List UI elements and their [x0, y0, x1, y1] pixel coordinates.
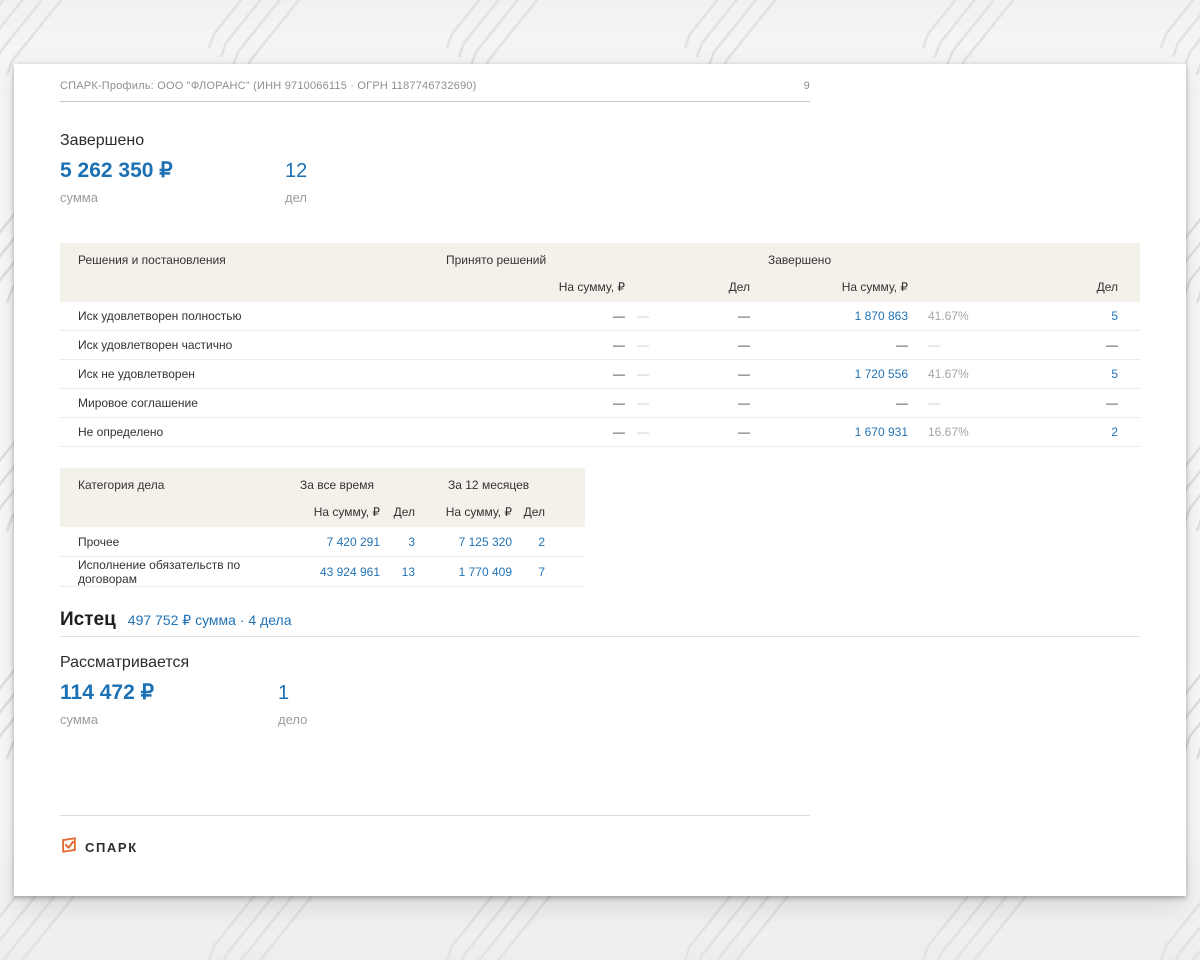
year-amount: 1 770 409 [415, 565, 512, 579]
col-header-category: Категория дела [78, 478, 164, 492]
col-header-amount: На сумму, ₽ [750, 280, 908, 294]
decisions-table: Решения и постановления Принято решений … [60, 243, 1140, 447]
decisions-table-body: Иск удовлетворен полностью — — — 1 870 8… [60, 302, 1140, 447]
completed-title: Завершено [60, 132, 1140, 150]
completed-amount: — [750, 338, 908, 352]
spark-logo-text: СПАРК [85, 840, 138, 855]
all-time-amount: 43 924 961 [300, 565, 380, 579]
col-header-cases: Дел [715, 280, 750, 294]
in-progress-count: 1 [278, 682, 289, 705]
in-progress-amount: 114 472 ₽ [60, 680, 278, 705]
completed-percent: — [908, 396, 998, 410]
completed-amount: — [750, 396, 908, 410]
completed-summary: Завершено 5 262 350 ₽ 12 сумма дел [60, 132, 1140, 205]
row-label: Не определено [60, 425, 450, 439]
table-row: Иск не удовлетворен — — — 1 720 556 41.6… [60, 360, 1140, 389]
completed-amount: 1 720 556 [750, 367, 908, 381]
completed-amount: 5 262 350 ₽ [60, 158, 285, 183]
accepted-percent: — [625, 309, 715, 323]
accepted-percent: — [625, 396, 715, 410]
table-row: Мировое соглашение — — — — — — [60, 389, 1140, 418]
group-header-completed: Завершено [768, 253, 831, 267]
col-header-amount: На сумму, ₽ [450, 280, 625, 294]
completed-cases: — [998, 396, 1140, 410]
accepted-amount: — [450, 338, 625, 352]
accepted-percent: — [625, 338, 715, 352]
accepted-percent: — [625, 367, 715, 381]
accepted-cases: — [715, 367, 750, 381]
accepted-cases: — [715, 425, 750, 439]
completed-cases: — [998, 338, 1140, 352]
accepted-cases: — [715, 396, 750, 410]
col-header-cases: Дел [512, 505, 545, 519]
group-header-accepted: Принято решений [446, 253, 546, 267]
in-progress-count-label: дело [278, 712, 307, 727]
in-progress-summary: Рассматривается 114 472 ₽ 1 сумма дело [60, 654, 1140, 727]
row-label: Иск не удовлетворен [60, 367, 450, 381]
completed-percent: 41.67% [908, 367, 998, 381]
report-page: СПАРК-Профиль: ООО "ФЛОРАНС" (ИНН 971006… [14, 64, 1186, 896]
plaintiff-summary: 497 752 ₽ сумма · 4 дела [128, 612, 292, 629]
table-row: Прочее 7 420 291 3 7 125 320 2 [60, 527, 585, 557]
table-row: Иск удовлетворен частично — — — — — — [60, 331, 1140, 360]
completed-amount: 1 870 863 [750, 309, 908, 323]
row-label: Прочее [60, 535, 300, 549]
group-header-all-time: За все время [300, 478, 374, 492]
spark-checkbox-icon [60, 836, 78, 859]
accepted-amount: — [450, 309, 625, 323]
row-label: Иск удовлетворен частично [60, 338, 450, 352]
year-cases: 2 [512, 535, 545, 549]
in-progress-amount-label: сумма [60, 712, 278, 727]
all-time-amount: 7 420 291 [300, 535, 380, 549]
completed-cases: 5 [998, 309, 1140, 323]
completed-percent: 41.67% [908, 309, 998, 323]
table-row: Иск удовлетворен полностью — — — 1 870 8… [60, 302, 1140, 331]
accepted-percent: — [625, 425, 715, 439]
all-time-cases: 3 [380, 535, 415, 549]
row-label: Мировое соглашение [60, 396, 450, 410]
completed-cases: 5 [998, 367, 1140, 381]
completed-amount: 1 670 931 [750, 425, 908, 439]
accepted-cases: — [715, 338, 750, 352]
doc-header: СПАРК-Профиль: ООО "ФЛОРАНС" (ИНН 971006… [60, 64, 810, 102]
col-header-amount: На сумму, ₽ [300, 505, 380, 519]
plaintiff-section: Истец 497 752 ₽ сумма · 4 дела [60, 609, 1140, 637]
all-time-cases: 13 [380, 565, 415, 579]
completed-percent: — [908, 338, 998, 352]
page-number: 9 [804, 80, 810, 92]
row-label: Исполнение обязательств по договорам [60, 558, 300, 586]
accepted-amount: — [450, 367, 625, 381]
col-header-amount: На сумму, ₽ [415, 505, 512, 519]
accepted-amount: — [450, 396, 625, 410]
completed-count-label: дел [285, 190, 307, 205]
categories-table: Категория дела За все время За 12 месяце… [60, 468, 585, 587]
completed-amount-label: сумма [60, 190, 285, 205]
table-row: Не определено — — — 1 670 931 16.67% 2 [60, 418, 1140, 447]
completed-percent: 16.67% [908, 425, 998, 439]
in-progress-title: Рассматривается [60, 654, 1140, 672]
group-header-12-months: За 12 месяцев [448, 478, 529, 492]
categories-table-body: Прочее 7 420 291 3 7 125 320 2 Исполнени… [60, 527, 585, 587]
col-header-decisions: Решения и постановления [78, 253, 226, 267]
decisions-table-header: Решения и постановления Принято решений … [60, 243, 1140, 302]
year-cases: 7 [512, 565, 545, 579]
completed-cases: 2 [998, 425, 1140, 439]
row-label: Иск удовлетворен полностью [60, 309, 450, 323]
completed-count: 12 [285, 160, 307, 183]
accepted-cases: — [715, 309, 750, 323]
plaintiff-title: Истец [60, 609, 116, 631]
accepted-amount: — [450, 425, 625, 439]
col-header-cases: Дел [998, 280, 1140, 294]
doc-header-title: СПАРК-Профиль: ООО "ФЛОРАНС" (ИНН 971006… [60, 80, 476, 92]
year-amount: 7 125 320 [415, 535, 512, 549]
categories-table-header: Категория дела За все время За 12 месяце… [60, 468, 585, 527]
col-header-cases: Дел [380, 505, 415, 519]
footer-divider [60, 815, 810, 816]
spark-logo: СПАРК [60, 836, 1140, 859]
table-row: Исполнение обязательств по договорам 43 … [60, 557, 585, 587]
